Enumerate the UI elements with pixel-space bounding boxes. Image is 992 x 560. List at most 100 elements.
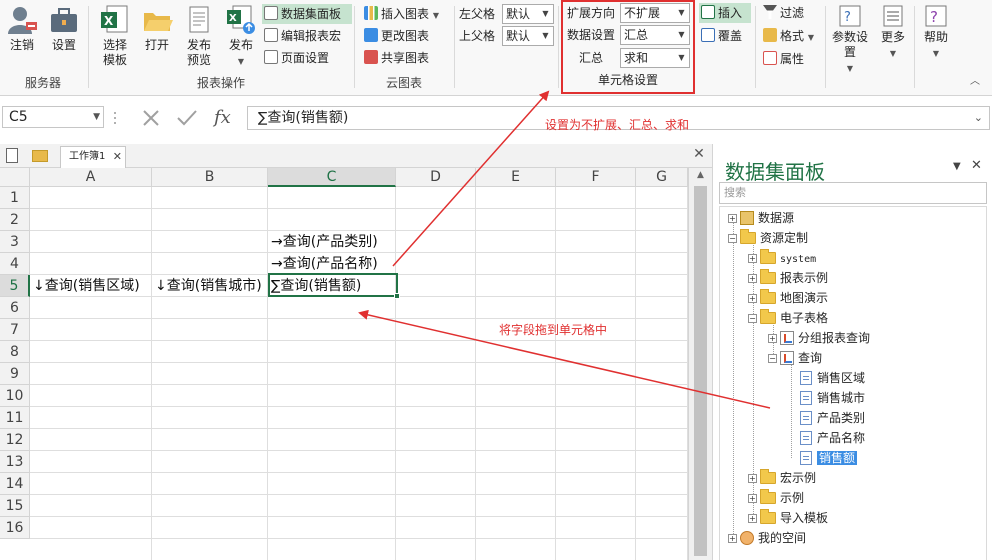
expand-icon[interactable]: + <box>748 474 757 483</box>
new-file-icon[interactable] <box>6 148 18 163</box>
scroll-thumb[interactable] <box>694 186 707 556</box>
expand-icon[interactable]: + <box>748 494 757 503</box>
scroll-up-icon[interactable]: ▲ <box>689 170 712 180</box>
panel-close-icon[interactable]: ✕ <box>971 158 982 173</box>
row-header-10[interactable]: 10 <box>0 385 30 407</box>
top-parent-select[interactable]: 默认 ▼ <box>502 26 554 46</box>
open-button[interactable]: 打开 <box>140 4 174 53</box>
expand-icon[interactable]: + <box>748 514 757 523</box>
row-header-6[interactable]: 6 <box>0 297 30 319</box>
confirm-icon[interactable] <box>174 106 200 130</box>
collapse-ribbon-button[interactable]: ︿ <box>970 72 980 92</box>
tree-node-import-template[interactable]: + 导入模板 <box>748 509 828 527</box>
property-button[interactable]: 属性 <box>763 49 804 69</box>
filter-button[interactable]: 过滤 <box>763 3 804 23</box>
tree-node-report-examples[interactable]: + 报表示例 <box>748 269 828 287</box>
name-box[interactable]: C5 ▼ <box>2 106 104 128</box>
cancel-icon[interactable] <box>140 106 162 130</box>
tree-field-sales-amount[interactable]: 销售额 <box>800 449 858 467</box>
drag-handle[interactable] <box>112 108 118 128</box>
collapse-icon[interactable]: − <box>768 354 777 363</box>
tree-node-macro-examples[interactable]: + 宏示例 <box>748 469 816 487</box>
expand-icon[interactable]: + <box>768 334 777 343</box>
spreadsheet-grid[interactable]: A B C D E F G 1 2 3 4 5 6 7 8 9 10 11 12 13 14 15 16 →查询(产品类别) →… <box>0 168 692 560</box>
row-header-2[interactable]: 2 <box>0 209 30 231</box>
row-header-15[interactable]: 15 <box>0 495 30 517</box>
row-header-3[interactable]: 3 <box>0 231 30 253</box>
row-header-13[interactable]: 13 <box>0 451 30 473</box>
row-header-12[interactable]: 12 <box>0 429 30 451</box>
tree-node-spreadsheet[interactable]: − 电子表格 <box>748 309 828 327</box>
tree-field-sales-region[interactable]: 销售区域 <box>800 369 865 387</box>
tree-node-map-demo[interactable]: + 地图演示 <box>748 289 828 307</box>
expand-icon[interactable]: + <box>748 254 757 263</box>
tab-workbook1[interactable]: 工作簿1 ✕ <box>60 146 126 168</box>
column-header-b[interactable]: B <box>152 168 268 187</box>
settings-button[interactable]: 设置 <box>48 4 80 53</box>
column-header-a[interactable]: A <box>30 168 152 187</box>
page-setup-button[interactable]: 页面设置 <box>264 48 329 68</box>
divider <box>354 6 355 88</box>
select-all-corner[interactable] <box>0 168 30 187</box>
column-header-e[interactable]: E <box>476 168 556 187</box>
close-icon[interactable]: ✕ <box>113 147 122 167</box>
expand-icon[interactable]: + <box>748 274 757 283</box>
cell-a5[interactable]: ↓查询(销售区域) <box>30 275 140 297</box>
row-header-16[interactable]: 16 <box>0 517 30 539</box>
overwrite-mode-button[interactable]: 覆盖 <box>701 26 742 46</box>
row-header-7[interactable]: 7 <box>0 319 30 341</box>
cell-b5[interactable]: ↓查询(销售城市) <box>152 275 262 297</box>
format-button[interactable]: 格式 ▼ <box>763 26 814 46</box>
expand-icon[interactable]: + <box>728 534 737 543</box>
tree-node-my-space[interactable]: + 我的空间 <box>728 529 806 547</box>
left-parent-select[interactable]: 默认 ▼ <box>502 4 554 24</box>
change-chart-button[interactable]: 更改图表 <box>364 26 429 46</box>
close-sheet-icon[interactable]: ✕ <box>690 146 708 164</box>
cell-c4[interactable]: →查询(产品名称) <box>268 253 378 275</box>
fill-handle[interactable] <box>394 293 400 299</box>
logout-button[interactable]: 注销 <box>6 4 38 53</box>
row-header-9[interactable]: 9 <box>0 363 30 385</box>
fx-icon[interactable]: fx <box>214 106 231 130</box>
column-header-g[interactable]: G <box>636 168 688 187</box>
tree-node-resource[interactable]: − 资源定制 <box>728 229 808 247</box>
column-header-d[interactable]: D <box>396 168 476 187</box>
row-header-14[interactable]: 14 <box>0 473 30 495</box>
tree-field-product-name[interactable]: 产品名称 <box>800 429 865 447</box>
expand-icon[interactable]: + <box>748 294 757 303</box>
column-header-f[interactable]: F <box>556 168 636 187</box>
row-header-5[interactable]: 5 <box>0 275 30 297</box>
share-chart-button[interactable]: 共享图表 <box>364 48 429 68</box>
folder-icon[interactable] <box>32 150 48 162</box>
data-panel-button[interactable]: 数据集面板 <box>262 4 352 24</box>
row-header-1[interactable]: 1 <box>0 187 30 209</box>
publish-preview-button[interactable]: 发布 预览 <box>182 4 216 68</box>
insert-chart-button[interactable]: 插入图表 ▼ <box>364 4 439 24</box>
tree-node-query[interactable]: − 查询 <box>768 349 822 367</box>
param-settings-button[interactable]: ? 参数设置 ▼ <box>830 4 870 76</box>
insert-mode-button[interactable]: 插入 <box>699 3 751 23</box>
panel-title: 数据集面板 <box>725 160 825 184</box>
vertical-scrollbar[interactable]: ▲ <box>688 168 712 560</box>
tree-node-group-query[interactable]: + 分组报表查询 <box>768 329 870 347</box>
cell-c3[interactable]: →查询(产品类别) <box>268 231 378 253</box>
panel-search-input[interactable]: 搜索 <box>719 182 987 204</box>
select-template-button[interactable]: X 选择 模板 <box>98 4 132 68</box>
more-button[interactable]: 更多 ▼ <box>878 4 908 61</box>
tree-node-system[interactable]: + system <box>748 249 816 267</box>
tree-node-datasource[interactable]: + 数据源 <box>728 209 794 227</box>
expand-icon[interactable]: + <box>728 214 737 223</box>
row-header-8[interactable]: 8 <box>0 341 30 363</box>
tree-field-sales-city[interactable]: 销售城市 <box>800 389 865 407</box>
column-header-c[interactable]: C <box>268 168 396 187</box>
panel-menu-icon[interactable]: ▼ <box>953 161 961 172</box>
tree-field-product-category[interactable]: 产品类别 <box>800 409 865 427</box>
row-header-11[interactable]: 11 <box>0 407 30 429</box>
row-header-4[interactable]: 4 <box>0 253 30 275</box>
publish-button[interactable]: X 发布 ▼ <box>224 4 258 69</box>
help-button[interactable]: ? 帮助 ▼ <box>920 4 952 61</box>
collapse-icon[interactable]: − <box>748 314 757 323</box>
tree-node-examples[interactable]: + 示例 <box>748 489 804 507</box>
edit-macro-button[interactable]: 编辑报表宏 <box>264 26 341 46</box>
collapse-icon[interactable]: − <box>728 234 737 243</box>
